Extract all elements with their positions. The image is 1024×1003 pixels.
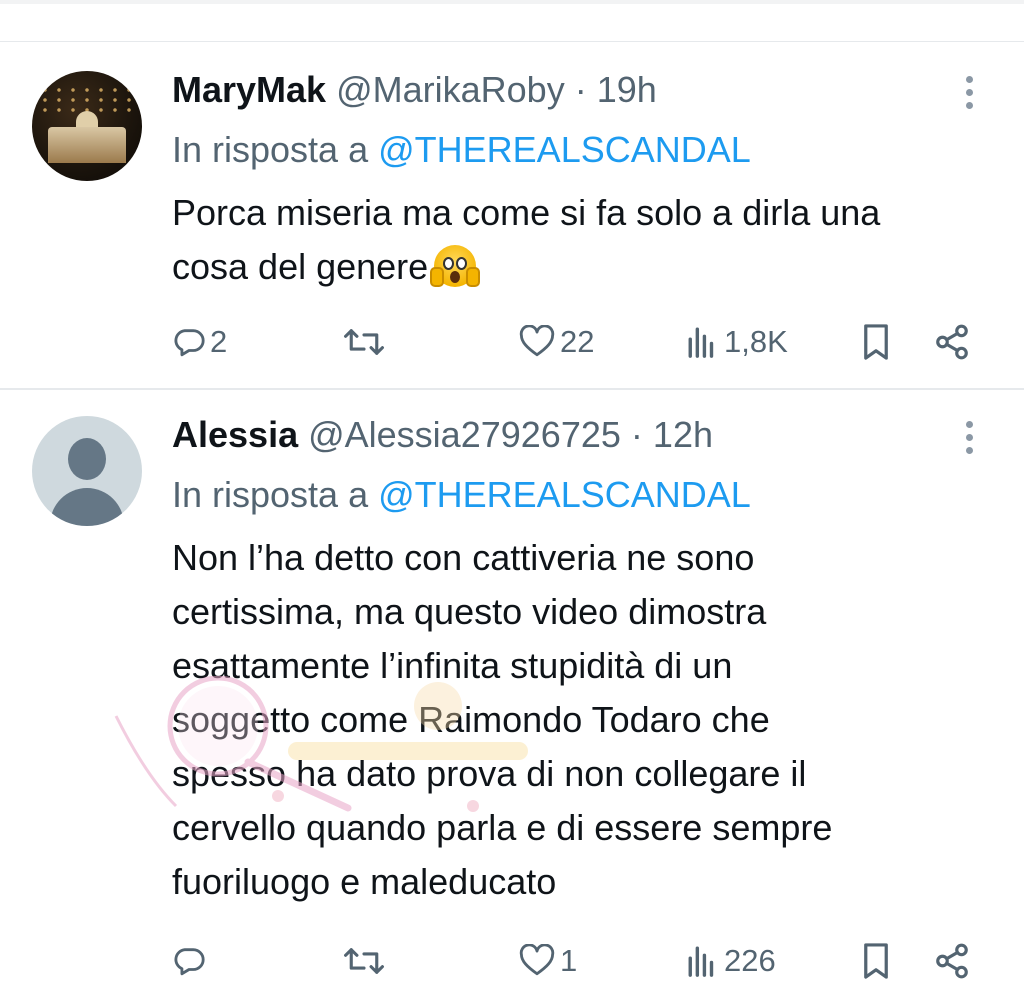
views-button[interactable]: 1,8K (686, 317, 788, 367)
bookmark-icon (864, 324, 888, 360)
reply-button[interactable] (172, 936, 210, 986)
bookmark-button[interactable] (859, 936, 893, 986)
more-options-icon[interactable] (955, 415, 983, 459)
heart-icon (519, 325, 555, 357)
tweet-text-line: esattamente l’infinita stupidità di un (172, 645, 733, 686)
face-screaming-in-fear-icon (430, 245, 481, 287)
timestamp[interactable]: 19h (597, 69, 657, 110)
tweet-text-line: Non l’ha detto con cattiveria ne sono (172, 537, 755, 578)
reply-prefix: In risposta a (172, 129, 369, 170)
like-count: 1 (560, 943, 578, 978)
like-button[interactable]: 22 (518, 317, 594, 367)
more-options-icon[interactable] (955, 70, 983, 114)
views-count: 226 (724, 943, 776, 978)
views-chart-icon (688, 946, 714, 977)
share-button[interactable] (933, 936, 971, 986)
tweet-text-line: fuoriluogo e maleducato (172, 861, 557, 902)
tweet-text-line: cervello quando parla e di essere sempre (172, 807, 833, 848)
tweet-header: Alessia @Alessia27926725 · 12h (172, 413, 713, 457)
like-count: 22 (560, 324, 595, 359)
tweet-actions: 2 22 1,8K (0, 317, 1024, 367)
views-chart-icon (688, 327, 714, 358)
handle[interactable]: @Alessia27926725 (308, 414, 621, 455)
retweet-button[interactable] (342, 317, 390, 367)
like-button[interactable]: 1 (518, 936, 577, 986)
heart-icon (519, 944, 555, 976)
reply-mention-link[interactable]: @THEREALSCANDAL (378, 129, 751, 170)
display-name[interactable]: MaryMak (172, 69, 326, 110)
tweet-text-line-with-emoji: cosa del genere (172, 240, 992, 294)
share-button[interactable] (933, 317, 971, 367)
views-count: 1,8K (724, 324, 788, 359)
share-icon (936, 943, 968, 979)
reply-mention-link[interactable]: @THEREALSCANDAL (378, 474, 751, 515)
display-name[interactable]: Alessia (172, 414, 298, 455)
reply-to: In risposta a @THEREALSCANDAL (172, 128, 751, 172)
tweet-text-line: Porca miseria ma come si fa solo a dirla… (172, 192, 881, 233)
tweet-actions: 1 226 (0, 936, 1024, 986)
reply-prefix: In risposta a (172, 474, 369, 515)
timestamp[interactable]: 12h (653, 414, 713, 455)
reply-icon (174, 329, 205, 357)
views-button[interactable]: 226 (686, 936, 776, 986)
top-edge (0, 0, 1024, 4)
tweet-text-line: cosa del genere (172, 246, 429, 287)
separator-dot: · (574, 69, 587, 110)
retweet-button[interactable] (342, 936, 390, 986)
avatar[interactable] (32, 71, 142, 181)
tweet-text-line: spesso ha dato prova di non collegare il (172, 753, 807, 794)
tweet-divider (0, 388, 1024, 390)
retweet-icon (344, 948, 384, 974)
separator-dot: · (630, 414, 643, 455)
tweet-text-line: soggetto come Raimondo Todaro che (172, 699, 770, 740)
reply-button[interactable]: 2 (172, 317, 227, 367)
share-icon (936, 324, 968, 360)
tweet-text-line: certissima, ma questo video dimostra (172, 591, 767, 632)
tweet-text: Non l’ha detto con cattiveria ne sono ce… (172, 531, 992, 909)
reply-icon (174, 948, 205, 976)
top-divider (0, 41, 1024, 42)
retweet-icon (344, 329, 384, 355)
tweet-text: Porca miseria ma come si fa solo a dirla… (172, 186, 992, 294)
reply-count: 2 (210, 324, 228, 359)
avatar[interactable] (32, 416, 142, 526)
bookmark-icon (864, 943, 888, 979)
reply-to: In risposta a @THEREALSCANDAL (172, 473, 751, 517)
handle[interactable]: @MarikaRoby (336, 69, 565, 110)
bookmark-button[interactable] (859, 317, 893, 367)
tweet-header: MaryMak @MarikaRoby · 19h (172, 68, 657, 112)
